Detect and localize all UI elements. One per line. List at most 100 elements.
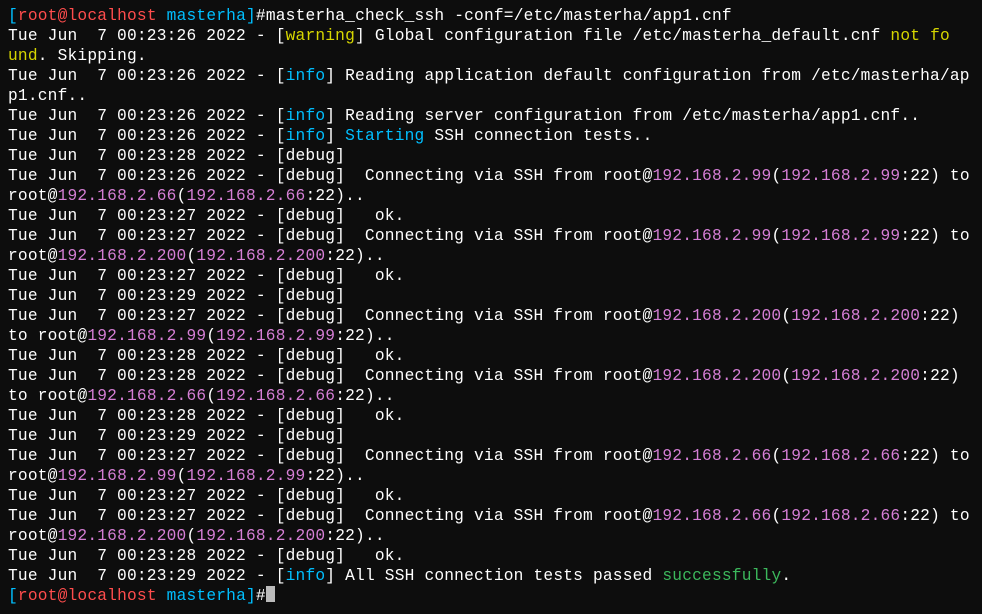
bracket: ] [325,567,345,585]
debug-tag: [debug] [276,427,355,445]
ok: ok. [355,547,405,565]
ip-address: 192.168.2.66 [781,447,900,465]
message: . [781,567,791,585]
ip-address: 192.168.2.200 [58,247,187,265]
timestamp: Tue Jun 7 00:23:27 2022 - [8,447,276,465]
debug-tag: [debug] [276,267,355,285]
prompt-user: root [18,7,58,25]
log-line: Tue Jun 7 00:23:26 2022 - [warning] Glob… [8,27,950,45]
log-line: Tue Jun 7 00:23:28 2022 - [debug] [8,147,355,165]
port: :22).. [325,527,385,545]
bracket-open: [ [8,587,18,605]
timestamp: Tue Jun 7 00:23:29 2022 - [8,287,276,305]
message: Connecting via SSH from root@ [355,307,652,325]
command-text[interactable]: masterha_check_ssh -conf=/etc/masterha/a… [266,7,732,25]
debug-tag: [debug] [276,287,355,305]
log-line: Tue Jun 7 00:23:29 2022 - [debug] [8,427,355,445]
prompt-at: @ [58,587,68,605]
timestamp: Tue Jun 7 00:23:26 2022 - [8,167,276,185]
ok: ok. [355,207,405,225]
notfound: und [8,47,38,65]
log-line: Tue Jun 7 00:23:28 2022 - [debug] Connec… [8,367,970,405]
ip-address: 192.168.2.99 [652,167,771,185]
ip-address: 192.168.2.99 [781,167,900,185]
info-tag: info [286,67,326,85]
log-line: Tue Jun 7 00:23:26 2022 - [debug] Connec… [8,167,980,205]
port: :22) [900,447,940,465]
log-line: Tue Jun 7 00:23:27 2022 - [debug] Connec… [8,227,980,265]
paren: ( [206,327,216,345]
port: :22) [900,507,940,525]
paren: ( [781,307,791,325]
log-line: Tue Jun 7 00:23:27 2022 - [debug] Connec… [8,447,980,485]
prompt-space [157,587,167,605]
log-line: und. Skipping. [8,47,147,65]
debug-tag: [debug] [276,207,355,225]
paren: ( [177,467,187,485]
timestamp: Tue Jun 7 00:23:28 2022 - [8,347,276,365]
debug-tag: [debug] [276,547,355,565]
message: Connecting via SSH from root@ [355,227,652,245]
ip-address: 192.168.2.66 [216,387,335,405]
debug-tag: [debug] [276,167,355,185]
debug-tag: [debug] [276,407,355,425]
debug-tag: [debug] [276,487,355,505]
log-line: Tue Jun 7 00:23:28 2022 - [debug] ok. [8,547,405,565]
bracket-close: ] [246,587,256,605]
message: Global configuration file /etc/masterha_… [375,27,891,45]
port: :22) [920,307,960,325]
log-line: Tue Jun 7 00:23:29 2022 - [debug] [8,287,355,305]
ok: ok. [355,347,405,365]
bracket: [ [276,27,286,45]
bracket: [ [276,567,286,585]
warning-tag: warning [286,27,355,45]
timestamp: Tue Jun 7 00:23:27 2022 - [8,307,276,325]
bracket: ] [325,67,345,85]
ip-address: 192.168.2.200 [652,307,781,325]
prompt-hash: # [256,7,266,25]
terminal-output: [root@localhost masterha]# masterha_check… [0,0,982,610]
bracket: [ [276,127,286,145]
ip-address: 192.168.2.99 [87,327,206,345]
ip-address: 192.168.2.200 [791,367,920,385]
timestamp: Tue Jun 7 00:23:27 2022 - [8,267,276,285]
timestamp: Tue Jun 7 00:23:28 2022 - [8,367,276,385]
log-line: Tue Jun 7 00:23:26 2022 - [info] Reading… [8,67,970,105]
log-line: Tue Jun 7 00:23:28 2022 - [debug] ok. [8,407,405,425]
timestamp: Tue Jun 7 00:23:27 2022 - [8,207,276,225]
message: SSH connection tests.. [424,127,652,145]
info-tag: info [286,567,326,585]
ip-address: 192.168.2.200 [196,527,325,545]
port: :22).. [305,467,365,485]
log-line: Tue Jun 7 00:23:28 2022 - [debug] ok. [8,347,405,365]
timestamp: Tue Jun 7 00:23:26 2022 - [8,127,276,145]
ip-address: 192.168.2.200 [196,247,325,265]
ip-address: 192.168.2.66 [652,507,771,525]
log-line: Tue Jun 7 00:23:26 2022 - [info] Reading… [8,107,920,125]
ip-address: 192.168.2.66 [58,187,177,205]
ip-address: 192.168.2.200 [791,307,920,325]
starting: Starting [345,127,424,145]
timestamp: Tue Jun 7 00:23:28 2022 - [8,147,276,165]
message: Connecting via SSH from root@ [355,367,652,385]
bracket: ] [355,27,375,45]
bracket: ] [325,127,345,145]
timestamp: Tue Jun 7 00:23:27 2022 - [8,487,276,505]
paren: ( [771,507,781,525]
timestamp: Tue Jun 7 00:23:28 2022 - [8,407,276,425]
port: :22).. [335,387,395,405]
prompt-line-2[interactable]: [root@localhost masterha]# [8,587,275,605]
ok: ok. [355,407,405,425]
prompt-host: localhost [68,587,157,605]
ip-address: 192.168.2.66 [652,447,771,465]
ip-address: 192.168.2.66 [87,387,206,405]
ip-address: 192.168.2.99 [186,467,305,485]
timestamp: Tue Jun 7 00:23:26 2022 - [8,67,276,85]
prompt-host: localhost [68,7,157,25]
message: . Skipping. [38,47,147,65]
prompt-space [157,7,167,25]
ip-address: 192.168.2.66 [186,187,305,205]
bracket: ] [325,107,345,125]
bracket-open: [ [8,7,18,25]
ok: ok. [355,487,405,505]
